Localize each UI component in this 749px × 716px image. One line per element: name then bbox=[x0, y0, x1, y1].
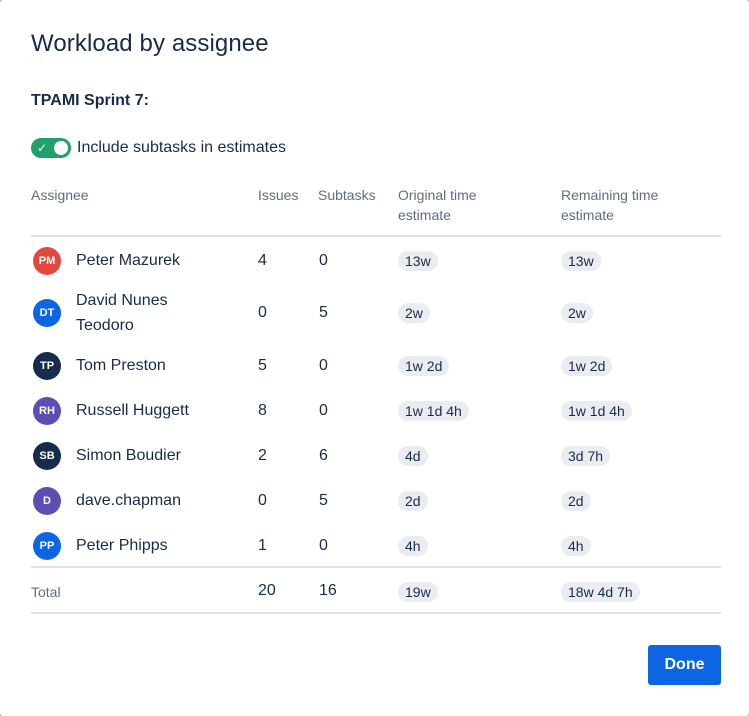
assignee-name: dave.chapman bbox=[76, 492, 181, 509]
header-original-estimate: Original time estimate bbox=[398, 185, 477, 225]
subtasks-count: 6 bbox=[319, 447, 328, 464]
table-row: RH Russell Huggett 8 0 1w 1d 4h 1w 1d 4h bbox=[31, 396, 721, 426]
table-row: PP Peter Phipps 1 0 4h 4h bbox=[31, 531, 721, 561]
issues-count: 0 bbox=[258, 492, 267, 509]
header-remaining-line2: estimate bbox=[561, 207, 614, 223]
original-estimate-lozenge: 2w bbox=[398, 303, 430, 323]
avatar[interactable]: PM bbox=[33, 247, 61, 275]
avatar[interactable]: RH bbox=[33, 397, 61, 425]
remaining-estimate-lozenge: 4h bbox=[561, 536, 591, 556]
avatar[interactable]: SB bbox=[33, 442, 61, 470]
assignee-name: David Nunes Teodoro bbox=[76, 292, 168, 334]
original-estimate-lozenge: 4h bbox=[398, 536, 428, 556]
header-original-line2: estimate bbox=[398, 207, 451, 223]
issues-count: 0 bbox=[258, 304, 267, 321]
remaining-estimate-lozenge: 2d bbox=[561, 491, 591, 511]
subtasks-count: 5 bbox=[319, 492, 328, 509]
header-divider bbox=[31, 235, 721, 237]
header-subtasks: Subtasks bbox=[318, 187, 376, 203]
include-subtasks-toggle[interactable]: ✓ bbox=[31, 138, 71, 158]
remaining-estimate-lozenge: 2w bbox=[561, 303, 593, 323]
done-button[interactable]: Done bbox=[648, 645, 721, 685]
total-remaining-estimate-lozenge: 18w 4d 7h bbox=[561, 582, 640, 602]
subtasks-count: 5 bbox=[319, 304, 328, 321]
subtasks-count: 0 bbox=[319, 537, 328, 554]
remaining-estimate-lozenge: 1w 1d 4h bbox=[561, 401, 632, 421]
header-remaining-line1: Remaining time bbox=[561, 187, 659, 203]
avatar[interactable]: DT bbox=[33, 299, 61, 327]
assignee-name: Peter Phipps bbox=[76, 537, 168, 554]
original-estimate-lozenge: 13w bbox=[398, 251, 438, 271]
remaining-estimate-lozenge: 1w 2d bbox=[561, 356, 613, 376]
total-divider-top bbox=[31, 566, 721, 568]
remaining-estimate-lozenge: 13w bbox=[561, 251, 601, 271]
header-original-line1: Original time bbox=[398, 187, 477, 203]
avatar[interactable]: TP bbox=[33, 352, 61, 380]
check-icon: ✓ bbox=[37, 141, 48, 155]
issues-count: 2 bbox=[258, 447, 267, 464]
assignee-name: Tom Preston bbox=[76, 357, 166, 374]
total-divider-bottom bbox=[31, 612, 721, 614]
header-assignee: Assignee bbox=[31, 187, 89, 203]
issues-count: 5 bbox=[258, 357, 267, 374]
issues-count: 1 bbox=[258, 537, 267, 554]
original-estimate-lozenge: 4d bbox=[398, 446, 428, 466]
workload-dialog: Workload by assignee TPAMI Sprint 7: ✓ I… bbox=[0, 0, 749, 716]
table-row: DT David Nunes Teodoro 0 5 2w 2w bbox=[31, 288, 721, 340]
header-remaining-estimate: Remaining time estimate bbox=[561, 185, 658, 225]
original-estimate-lozenge: 1w 1d 4h bbox=[398, 401, 469, 421]
total-subtasks: 16 bbox=[319, 582, 337, 599]
issues-count: 4 bbox=[258, 252, 267, 269]
total-issues: 20 bbox=[258, 582, 276, 599]
include-subtasks-label[interactable]: Include subtasks in estimates bbox=[77, 139, 286, 157]
dialog-title: Workload by assignee bbox=[31, 30, 269, 57]
total-label: Total bbox=[31, 584, 61, 600]
total-row: Total 20 16 19w 18w 4d 7h bbox=[31, 574, 721, 610]
avatar[interactable]: PP bbox=[33, 532, 61, 560]
subtasks-count: 0 bbox=[319, 357, 328, 374]
table-row: SB Simon Boudier 2 6 4d 3d 7h bbox=[31, 441, 721, 471]
header-issues: Issues bbox=[258, 187, 299, 203]
table-row: PM Peter Mazurek 4 0 13w 13w bbox=[31, 246, 721, 276]
table-row: D dave.chapman 0 5 2d 2d bbox=[31, 486, 721, 516]
subtasks-count: 0 bbox=[319, 402, 328, 419]
assignee-name: Simon Boudier bbox=[76, 447, 181, 464]
sprint-label: TPAMI Sprint 7: bbox=[31, 92, 149, 109]
toggle-knob bbox=[54, 141, 68, 155]
assignee-name: Peter Mazurek bbox=[76, 252, 181, 269]
table-row: TP Tom Preston 5 0 1w 2d 1w 2d bbox=[31, 351, 721, 381]
original-estimate-lozenge: 2d bbox=[398, 491, 428, 511]
remaining-estimate-lozenge: 3d 7h bbox=[561, 446, 611, 466]
subtasks-count: 0 bbox=[319, 252, 328, 269]
original-estimate-lozenge: 1w 2d bbox=[398, 356, 450, 376]
avatar[interactable]: D bbox=[33, 487, 61, 515]
total-original-estimate-lozenge: 19w bbox=[398, 582, 438, 602]
include-subtasks-row[interactable]: ✓ Include subtasks in estimates bbox=[31, 138, 286, 158]
issues-count: 8 bbox=[258, 402, 267, 419]
assignee-name: Russell Huggett bbox=[76, 402, 189, 419]
